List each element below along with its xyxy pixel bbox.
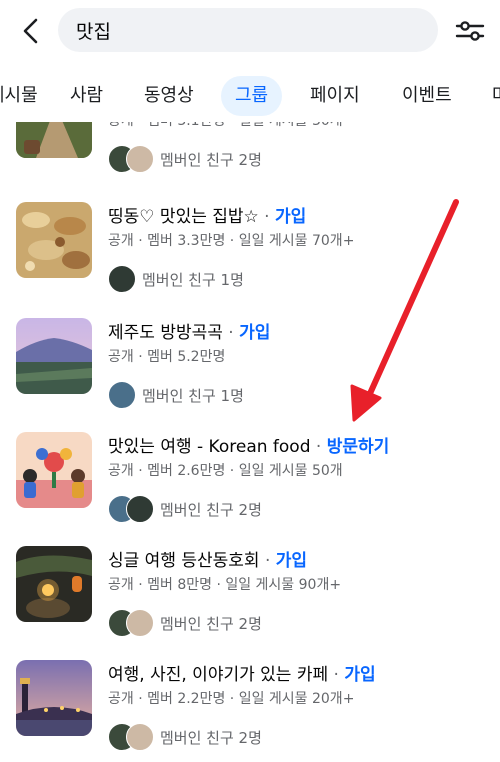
group-result-item[interactable]: 여행, 사진, 이야기가 있는 카페 · 가입 공개 · 멤버 2.2만명 · …	[0, 660, 500, 762]
member-friends: 멤버인 친구 2명	[108, 494, 262, 524]
search-category-tabs: 게시물 사람 동영상 그룹 페이지 이벤트 마켓	[0, 72, 500, 122]
friend-avatars	[108, 723, 154, 751]
landscape-photo	[16, 318, 92, 394]
friend-avatars	[108, 145, 154, 173]
lantern-night-photo	[16, 546, 92, 622]
join-button[interactable]: 가입	[344, 665, 375, 685]
member-friends: 멤버인 친구 2명	[108, 144, 262, 174]
tab-marketplace[interactable]: 마켓	[492, 76, 500, 116]
group-title: 싱글 여행 등산동호회 · 가입	[108, 551, 308, 571]
back-button[interactable]	[14, 14, 48, 48]
member-friends: 멤버인 친구 2명	[108, 722, 262, 752]
tab-groups[interactable]: 그룹	[221, 76, 283, 116]
group-thumbnail	[16, 546, 92, 622]
city-bridge-photo	[16, 660, 92, 736]
group-thumbnail	[16, 660, 92, 736]
friends-count: 멤버인 친구 1명	[142, 386, 244, 405]
tab-people[interactable]: 사람	[70, 76, 103, 116]
friends-count: 멤버인 친구 1명	[142, 270, 244, 289]
group-thumbnail	[16, 432, 92, 508]
friends-count: 멤버인 친구 2명	[160, 728, 262, 747]
group-result-item[interactable]: 띵동♡ 맛있는 집밥☆ · 가입 공개 · 멤버 3.3만명 · 일일 게시물 …	[0, 202, 500, 316]
tab-events[interactable]: 이벤트	[402, 76, 452, 116]
friend-avatars	[108, 495, 154, 523]
join-button[interactable]: 가입	[275, 207, 306, 227]
friends-count: 멤버인 친구 2명	[160, 150, 262, 169]
friend-avatars	[108, 609, 154, 637]
join-button[interactable]: 가입	[239, 323, 270, 343]
food-photo	[16, 202, 92, 278]
group-title: 맛있는 여행 - Korean food · 방문하기	[108, 437, 390, 457]
outdoor-path-photo	[16, 122, 92, 158]
search-field[interactable]	[58, 8, 438, 52]
avatar	[126, 495, 154, 523]
group-title: 여행, 사진, 이야기가 있는 카페 · 가입	[108, 665, 376, 685]
group-name[interactable]: 여행, 사진, 이야기가 있는 카페	[108, 665, 328, 685]
group-result-item[interactable]: 맛있는 여행 - Korean food · 방문하기 공개 · 멤버 2.6만…	[0, 432, 500, 546]
avatar	[126, 145, 154, 173]
group-title: 제주도 방방곡곡 · 가입	[108, 323, 271, 343]
group-name[interactable]: 띵동♡ 맛있는 집밥☆	[108, 207, 259, 227]
group-results-list: 공개 · 멤버 3.1만명 · 일일 게시물 30개 멤버인 친구 2명 띵동♡…	[0, 122, 500, 762]
group-name[interactable]: 제주도 방방곡곡	[108, 323, 223, 343]
group-result-item[interactable]: 싱글 여행 등산동호회 · 가입 공개 · 멤버 8만명 · 일일 게시물 90…	[0, 546, 500, 660]
group-thumbnail	[16, 202, 92, 278]
filter-button[interactable]	[452, 14, 488, 48]
member-friends: 멤버인 친구 1명	[108, 380, 244, 410]
tab-videos[interactable]: 동영상	[144, 76, 194, 116]
group-thumbnail	[16, 122, 92, 158]
friend-avatars	[108, 265, 136, 293]
avatar	[108, 381, 136, 409]
friends-count: 멤버인 친구 2명	[160, 500, 262, 519]
avatar	[126, 609, 154, 637]
group-name[interactable]: 싱글 여행 등산동호회	[108, 551, 260, 571]
chevron-left-icon	[23, 18, 38, 44]
group-result-item[interactable]: 공개 · 멤버 3.1만명 · 일일 게시물 30개 멤버인 친구 2명	[0, 122, 500, 196]
friend-avatars	[108, 381, 136, 409]
tab-posts[interactable]: 게시물	[0, 76, 38, 116]
group-meta: 공개 · 멤버 8만명 · 일일 게시물 90개+	[108, 577, 342, 593]
top-bar	[0, 0, 500, 62]
member-friends: 멤버인 친구 2명	[108, 608, 262, 638]
visit-button[interactable]: 방문하기	[327, 437, 390, 457]
member-friends: 멤버인 친구 1명	[108, 264, 244, 294]
illustration-photo	[16, 432, 92, 508]
group-name[interactable]: 맛있는 여행 - Korean food	[108, 437, 311, 457]
join-button[interactable]: 가입	[276, 551, 307, 571]
group-meta: 공개 · 멤버 5.2만명	[108, 349, 226, 365]
avatar	[126, 723, 154, 751]
search-input[interactable]	[74, 18, 422, 42]
group-title: 띵동♡ 맛있는 집밥☆ · 가입	[108, 207, 307, 227]
filter-sliders-icon	[455, 21, 485, 41]
group-meta: 공개 · 멤버 2.2만명 · 일일 게시물 20개+	[108, 691, 355, 707]
group-meta: 공개 · 멤버 2.6만명 · 일일 게시물 50개	[108, 463, 343, 479]
group-result-item[interactable]: 제주도 방방곡곡 · 가입 공개 · 멤버 5.2만명 멤버인 친구 1명	[0, 318, 500, 432]
friends-count: 멤버인 친구 2명	[160, 614, 262, 633]
avatar	[108, 265, 136, 293]
tab-pages[interactable]: 페이지	[310, 76, 360, 116]
group-meta: 공개 · 멤버 3.3만명 · 일일 게시물 70개+	[108, 233, 355, 249]
group-meta: 공개 · 멤버 3.1만명 · 일일 게시물 30개	[108, 122, 343, 130]
group-thumbnail	[16, 318, 92, 394]
